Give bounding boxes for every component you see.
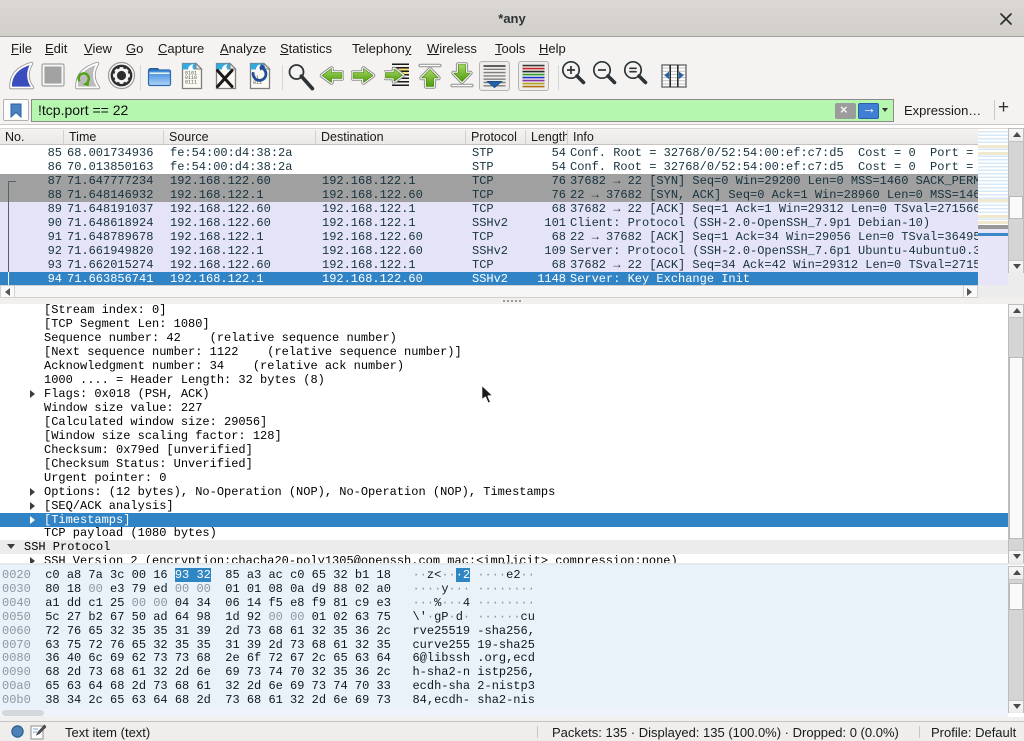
svg-text:0111: 0111 (185, 80, 197, 86)
